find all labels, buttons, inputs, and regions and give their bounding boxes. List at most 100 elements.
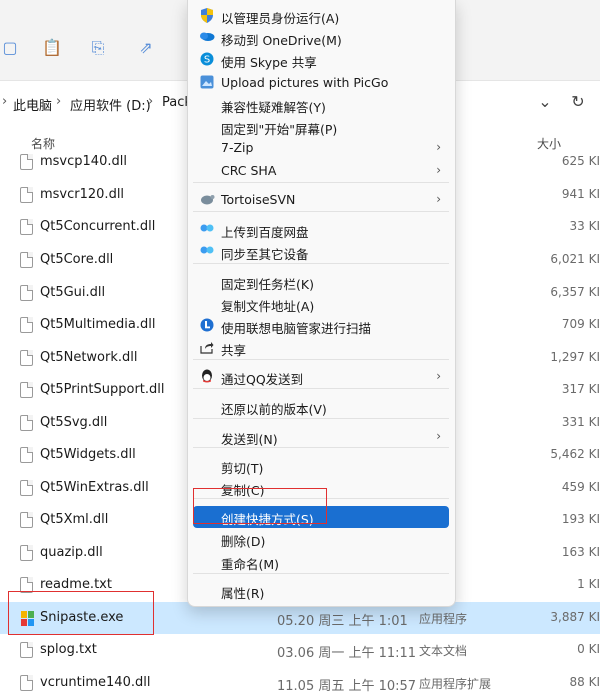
menu-item[interactable]: S 使用 Skype 共享	[193, 49, 449, 71]
menu-item-label: 7-Zip	[221, 140, 254, 155]
onedrive-icon	[199, 30, 215, 46]
menu-item[interactable]: 通过QQ发送到 ›	[193, 366, 449, 388]
menu-separator	[193, 418, 449, 419]
file-size: 317 KI	[561, 382, 600, 396]
qq-icon	[199, 369, 215, 385]
file-name: Qt5Multimedia.dll	[40, 317, 156, 332]
file-type: 应用程序	[419, 612, 468, 626]
file-size: 0 KI	[577, 642, 600, 656]
skype-icon: S	[199, 52, 215, 68]
menu-item-label: 兼容性疑难解答(Y)	[221, 100, 326, 115]
menu-item[interactable]: 属性(R)	[193, 580, 449, 602]
menu-item[interactable]: 还原以前的版本(V)	[193, 396, 449, 418]
file-name: readme.txt	[40, 577, 112, 592]
breadcrumb-drive[interactable]: 应用软件 (D:)	[70, 95, 151, 114]
file-size: 33 KI	[569, 219, 600, 233]
file-name: Qt5Core.dll	[40, 252, 114, 267]
file-type: 文本文档	[419, 644, 468, 658]
file-icon	[20, 382, 33, 398]
file-icon	[20, 415, 33, 431]
lenovo-icon	[199, 318, 215, 334]
file-row[interactable]: vcruntime140.dll 11.05 周五 上午 10:57 应用程序扩展 8…	[0, 667, 600, 699]
paste-icon[interactable]: 📋	[42, 38, 62, 58]
baidu-sync-icon	[199, 244, 215, 260]
menu-item[interactable]: 7-Zip ›	[193, 137, 449, 159]
file-icon	[20, 285, 33, 301]
file-icon	[20, 219, 33, 235]
menu-item[interactable]: 固定到"开始"屏幕(P)	[193, 116, 449, 138]
menu-item-label: CRC SHA	[221, 163, 277, 178]
menu-separator	[193, 388, 449, 389]
file-name: Qt5Widgets.dll	[40, 447, 136, 462]
file-icon	[20, 675, 33, 691]
menu-item[interactable]: CRC SHA ›	[193, 160, 449, 182]
file-size: 331 KI	[561, 415, 600, 429]
menu-item[interactable]: 复制文件地址(A)	[193, 293, 449, 315]
menu-item-label: 移动到 OneDrive(M)	[221, 33, 342, 48]
menu-item[interactable]: 以管理员身份运行(A)	[193, 5, 449, 27]
menu-item-label: 删除(D)	[221, 534, 266, 549]
menu-item-label: 以管理员身份运行(A)	[221, 11, 340, 26]
file-icon	[20, 252, 33, 268]
file-size: 88 KI	[569, 675, 600, 689]
menu-separator	[193, 573, 449, 574]
file-size: 3,887 KI	[550, 610, 600, 624]
refresh-icon[interactable]: ↻	[568, 92, 588, 112]
file-icon	[20, 350, 33, 366]
menu-item-label: 复制文件地址(A)	[221, 299, 315, 314]
file-name: Qt5Xml.dll	[40, 512, 109, 527]
file-name: splog.txt	[40, 642, 97, 657]
menu-item-label: TortoiseSVN	[221, 192, 296, 207]
menu-item[interactable]: 共享	[193, 337, 449, 359]
file-name: msvcp140.dll	[40, 154, 127, 169]
file-name: quazip.dll	[40, 545, 103, 560]
menu-item[interactable]: 上传到百度网盘	[193, 219, 449, 241]
annotation-box-shortcut	[193, 488, 327, 524]
rename-icon[interactable]: ⎘	[88, 38, 108, 58]
menu-item[interactable]: 剪切(T)	[193, 455, 449, 477]
picgo-icon	[199, 75, 215, 91]
menu-item[interactable]: 同步至其它设备	[193, 241, 449, 263]
file-icon	[20, 154, 33, 170]
menu-item-label: 重命名(M)	[221, 557, 280, 572]
menu-item-label: 发送到(N)	[221, 432, 278, 447]
file-size: 625 KI	[561, 154, 600, 168]
share-toolbar-icon[interactable]: ⇗	[136, 38, 156, 58]
menu-item[interactable]: 使用联想电脑管家进行扫描	[193, 315, 449, 337]
file-row[interactable]: splog.txt 03.06 周一 上午 11:11 文本文档 0 KI	[0, 634, 600, 666]
menu-item[interactable]: 兼容性疑难解答(Y)	[193, 94, 449, 116]
file-icon	[20, 480, 33, 496]
file-size: 5,462 KI	[550, 447, 600, 461]
menu-item-label: 剪切(T)	[221, 461, 264, 476]
menu-separator	[193, 263, 449, 264]
menu-item[interactable]: Upload pictures with PicGo	[193, 72, 449, 94]
file-name: Qt5WinExtras.dll	[40, 480, 149, 495]
file-date: 03.06 周一 上午 11:11	[277, 646, 417, 661]
chevron-down-icon[interactable]: ⌄	[535, 92, 555, 112]
menu-item[interactable]: 删除(D)	[193, 528, 449, 550]
menu-item[interactable]: 移动到 OneDrive(M)	[193, 27, 449, 49]
chevron-right-icon: ›	[436, 369, 441, 383]
file-icon	[20, 512, 33, 528]
file-name: Qt5Gui.dll	[40, 285, 106, 300]
menu-separator	[193, 182, 449, 183]
file-type: 应用程序扩展	[419, 677, 492, 691]
file-size: 6,021 KI	[550, 252, 600, 266]
file-name: vcruntime140.dll	[40, 675, 151, 690]
new-icon[interactable]: ▢	[0, 38, 20, 58]
file-size: 941 KI	[561, 187, 600, 201]
menu-item[interactable]: TortoiseSVN ›	[193, 189, 449, 211]
file-size: 709 KI	[561, 317, 600, 331]
menu-item[interactable]: 重命名(M)	[193, 551, 449, 573]
tortoise-icon	[199, 192, 215, 208]
file-name: msvcr120.dll	[40, 187, 125, 202]
menu-item[interactable]: 固定到任务栏(K)	[193, 271, 449, 293]
file-name: Qt5PrintSupport.dll	[40, 382, 165, 397]
breadcrumb-this-pc[interactable]: 此电脑	[13, 95, 52, 114]
chevron-right-icon: ›	[56, 94, 62, 109]
baidu-icon	[199, 222, 215, 238]
chevron-right-icon: ›	[148, 94, 154, 109]
chevron-right-icon: ›	[2, 94, 8, 109]
menu-item[interactable]: 发送到(N) ›	[193, 426, 449, 448]
menu-separator	[193, 359, 449, 360]
